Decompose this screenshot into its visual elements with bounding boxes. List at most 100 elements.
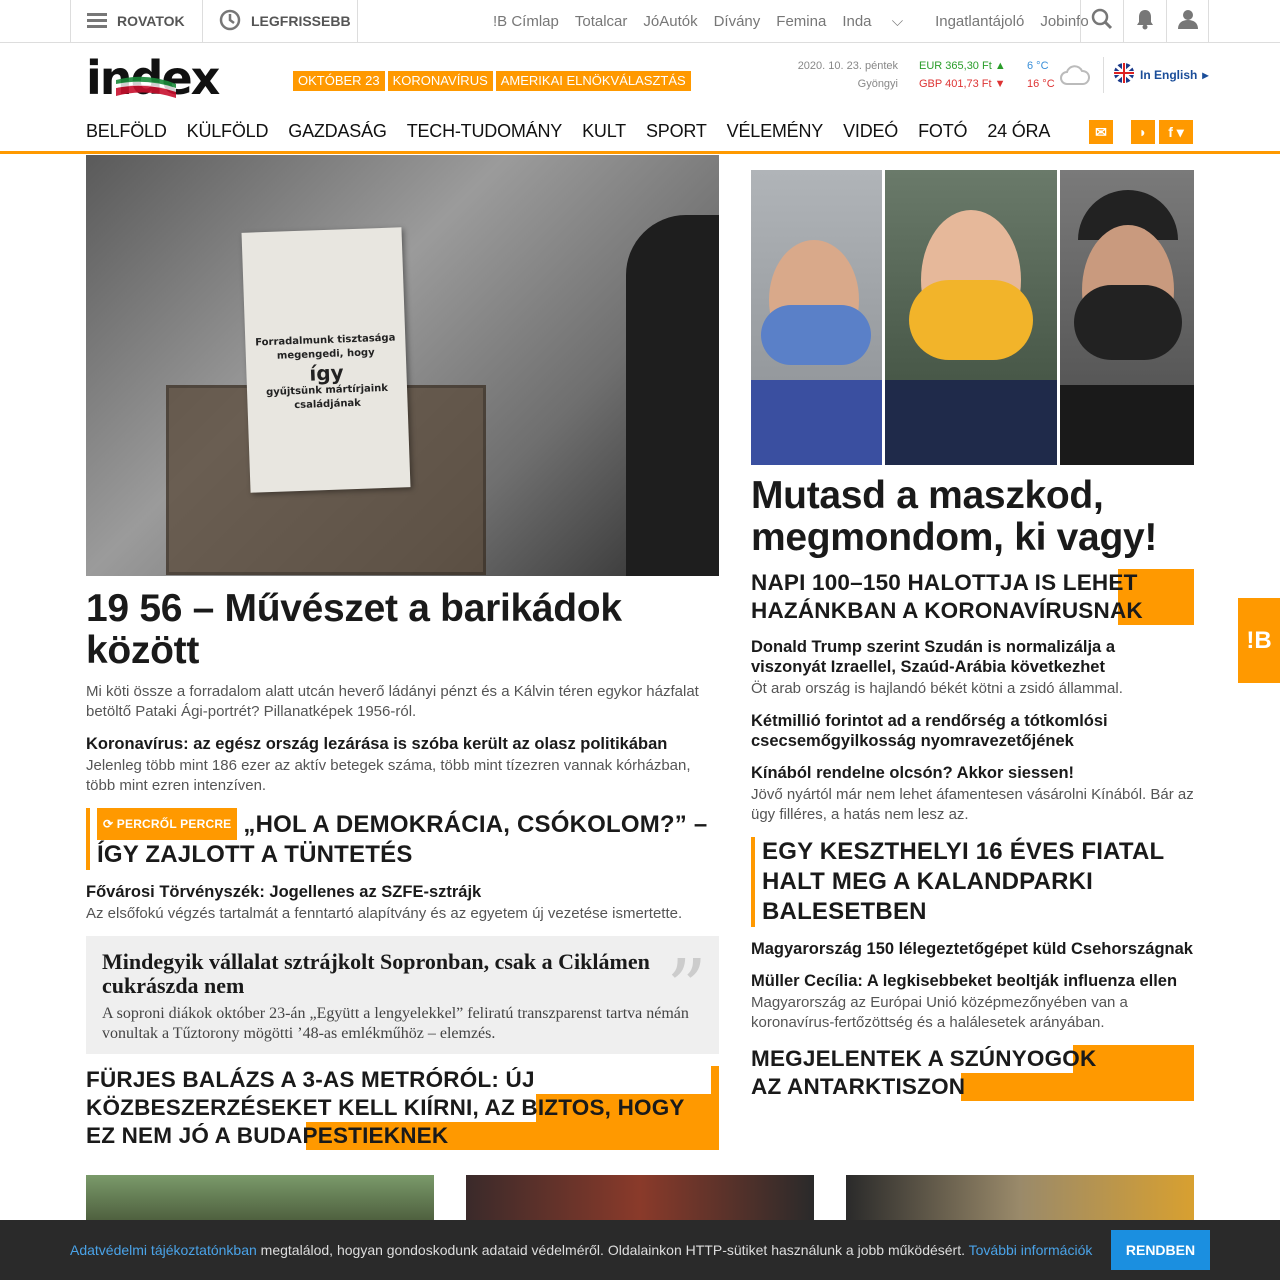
partner-link[interactable]: Femina [776, 13, 826, 30]
legfrissebb-button[interactable]: LEGFRISSEBB [203, 0, 358, 42]
hamburger-icon [87, 12, 107, 31]
rovatok-button[interactable]: ROVATOK [71, 0, 203, 42]
topic-tags: OKTÓBER 23 KORONAVÍRUS AMERIKAI ELNÖKVÁL… [293, 71, 691, 91]
mail-icon: ✉ [1095, 123, 1107, 140]
profile-button[interactable] [1166, 0, 1209, 42]
nameday: Gyöngyi [857, 78, 898, 90]
facebook-button[interactable]: f ▾ [1159, 120, 1193, 144]
poster-line: így [308, 360, 344, 386]
top-bar: ROVATOK LEGFRISSEBB !B Címlap Totalcar J… [0, 0, 1280, 43]
gbp-rate: GBP 401,73 Ft [919, 78, 992, 90]
photo-panel [885, 170, 1057, 465]
highlight-box[interactable]: FÜRJES BALÁZS A 3-AS METRÓRÓL: ÚJ KÖZBES… [86, 1066, 719, 1150]
partner-link[interactable]: Dívány [714, 13, 761, 30]
article-title[interactable]: Koronavírus: az egész ország lezárása is… [86, 734, 719, 754]
mask-photo[interactable] [751, 170, 1194, 465]
article-lead: Az elsőfokú végzés tartalmát a fenntartó… [86, 905, 683, 922]
chevron-down-icon: ⌵ [891, 12, 904, 30]
triangle-right-icon: ▸ [1202, 67, 1209, 82]
hero-image[interactable]: Forradalmunk tisztasága megengedi, hogy … [86, 155, 719, 576]
highlight-title: MEGJELENTEK A SZÚNYOGOK AZ ANTARKTISZON [751, 1046, 1097, 1099]
right-column: Mutasd a maszkod, megmondom, ki vagy! NA… [751, 170, 1194, 1101]
english-link[interactable]: In English ▸ [1113, 62, 1208, 87]
highlight-title: NAPI 100–150 HALOTTJA IS LEHET HAZÁNKBAN… [751, 570, 1143, 623]
temp-low: 6 °C [1027, 60, 1049, 72]
opinion-box[interactable]: ” Mindegyik vállalat sztrájkolt Sopronba… [86, 936, 719, 1054]
highlight-box[interactable]: NAPI 100–150 HALOTTJA IS LEHET HAZÁNKBAN… [751, 569, 1194, 625]
article-title[interactable]: Fővárosi Törvényszék: Jogellenes az SZFE… [86, 882, 719, 902]
nav-item[interactable]: BELFÖLD [86, 121, 167, 142]
quote-icon: ” [666, 942, 707, 1035]
partner-link-inda[interactable]: Inda ⌵ [842, 13, 919, 30]
caps-article[interactable]: EGY KESZTHELYI 16 ÉVES FIATAL HALT MEG A… [751, 837, 1194, 927]
cookie-accept-button[interactable]: RENDBEN [1111, 1230, 1210, 1270]
left-column: Forradalmunk tisztasága megengedi, hogy … [86, 155, 719, 1150]
article-title[interactable]: Kétmillió forintot ad a rendőrség a tótk… [751, 711, 1194, 751]
mask-shape [1074, 285, 1182, 360]
privacy-link[interactable]: Adatvédelmi tájékoztatónkban [70, 1242, 257, 1258]
rss-button[interactable]: ◗ [1131, 120, 1155, 144]
current-date: 2020. 10. 23. péntek [797, 60, 898, 72]
article-lead: Jövő nyártól már nem lehet áfamentesen v… [751, 786, 1194, 823]
search-icon [1091, 8, 1113, 35]
cookie-bar: Adatvédelmi tájékoztatónkban megtalálod,… [0, 1220, 1280, 1280]
mask-shape [909, 280, 1033, 360]
main-headline[interactable]: 19 56 – Művészet a barikádok között [86, 588, 719, 672]
notifications-button[interactable] [1123, 0, 1166, 42]
partner-link[interactable]: Ingatlantájoló [935, 13, 1024, 30]
thumbnail-image[interactable] [86, 1175, 434, 1225]
newsletter-button[interactable]: ✉ [1089, 120, 1113, 144]
man-silhouette [626, 215, 719, 576]
rovatok-label: ROVATOK [117, 13, 185, 29]
live-article[interactable]: ⟳ PERCRŐL PERCRE „HOL A DEMOKRÁCIA, CSÓKO… [86, 808, 719, 870]
thumbnail-image[interactable] [846, 1175, 1194, 1225]
topic-tag[interactable]: KORONAVÍRUS [387, 71, 493, 91]
main-lead: Mi köti össze a forradalom alatt utcán h… [86, 683, 699, 720]
nav-item[interactable]: KÜLFÖLD [187, 121, 269, 142]
ib-side-tab[interactable]: !B [1238, 598, 1280, 683]
nav-item[interactable]: FOTÓ [918, 121, 967, 142]
topic-tag[interactable]: OKTÓBER 23 [293, 71, 385, 91]
exchange-rates[interactable]: EUR 365,30 Ft ▲ GBP 401,73 Ft ▼ [919, 57, 1006, 93]
english-label: In English [1140, 67, 1198, 82]
bell-icon [1135, 8, 1155, 35]
search-button[interactable] [1080, 0, 1123, 42]
main-nav: BELFÖLD KÜLFÖLD GAZDASÁG TECH-TUDOMÁNY K… [0, 113, 1280, 154]
highlight-box[interactable]: MEGJELENTEK A SZÚNYOGOK AZ ANTARKTISZON [751, 1045, 1194, 1101]
more-info-link[interactable]: További információk [969, 1242, 1093, 1258]
partner-link[interactable]: Totalcar [575, 13, 628, 30]
photo-panel [1060, 170, 1194, 465]
partner-link[interactable]: !B Címlap [493, 13, 559, 30]
nav-item[interactable]: KULT [582, 121, 626, 142]
temp-high: 16 °C [1027, 78, 1055, 90]
article-title[interactable]: Magyarország 150 lélegeztetőgépet küld C… [751, 939, 1194, 959]
poster-line: Forradalmunk tisztasága megengedi, hogy [255, 332, 396, 362]
opinion-lead: A soproni diákok október 23-án „Együtt a… [102, 1005, 689, 1042]
article-lead: Magyarország az Európai Unió középmezőny… [751, 994, 1128, 1031]
poster: Forradalmunk tisztasága megengedi, hogy … [241, 227, 411, 493]
thumbnail-image[interactable] [466, 1175, 814, 1225]
article-lead: Jelenleg több mint 186 ezer az aktív bet… [86, 757, 691, 794]
nav-item[interactable]: VIDEÓ [843, 121, 898, 142]
cookie-text: megtalálod, hogyan gondoskodunk adataid … [256, 1242, 969, 1258]
nav-item[interactable]: SPORT [646, 121, 707, 142]
right-headline[interactable]: Mutasd a maszkod, megmondom, ki vagy! [751, 475, 1194, 559]
date-block: 2020. 10. 23. péntek Gyöngyi [780, 57, 898, 93]
nav-item[interactable]: 24 ÓRA [987, 121, 1050, 142]
article-title[interactable]: Müller Cecília: A legkisebbeket beoltják… [751, 971, 1194, 991]
nav-item[interactable]: GAZDASÁG [288, 121, 387, 142]
article-title[interactable]: Donald Trump szerint Szudán is normalizá… [751, 637, 1194, 677]
partner-link-label: Inda [842, 12, 872, 30]
eur-rate: EUR 365,30 Ft [919, 60, 992, 72]
article-title[interactable]: Kínából rendelne olcsón? Akkor siessen! [751, 763, 1194, 783]
index-logo[interactable]: index [86, 51, 272, 105]
clothes-shape [751, 380, 882, 465]
nav-item[interactable]: TECH-TUDOMÁNY [407, 121, 563, 142]
partner-link[interactable]: JóAutók [643, 13, 697, 30]
top-bar-left: ROVATOK LEGFRISSEBB [70, 0, 358, 42]
live-badge: ⟳ PERCRŐL PERCRE [97, 808, 238, 840]
caps-title: EGY KESZTHELYI 16 ÉVES FIATAL HALT MEG A… [762, 838, 1164, 925]
weather[interactable]: 6 °C 16 °C [1027, 57, 1055, 93]
topic-tag[interactable]: AMERIKAI ELNÖKVÁLASZTÁS [495, 71, 691, 91]
nav-item[interactable]: VÉLEMÉNY [727, 121, 824, 142]
